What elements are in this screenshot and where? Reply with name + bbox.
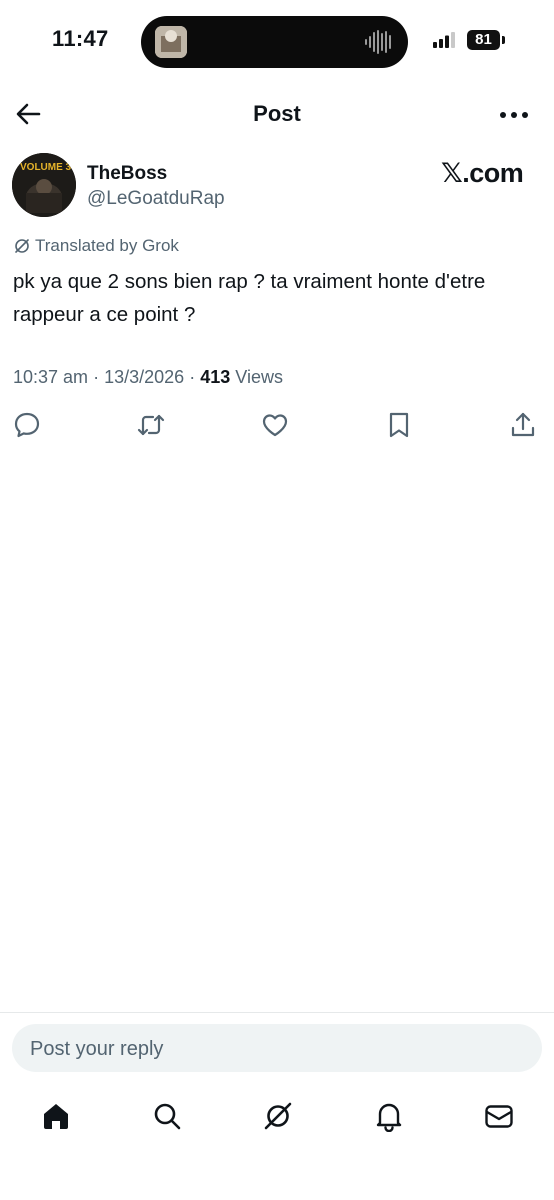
separator: · bbox=[93, 367, 100, 387]
battery-indicator: 81 bbox=[467, 30, 500, 50]
reply-button[interactable] bbox=[12, 410, 42, 440]
bookmark-icon bbox=[389, 412, 409, 438]
page-title: Post bbox=[253, 101, 301, 126]
separator: · bbox=[189, 367, 196, 387]
repost-button[interactable] bbox=[136, 410, 166, 440]
grok-icon bbox=[15, 239, 29, 253]
share-icon bbox=[511, 412, 535, 437]
messages-icon bbox=[485, 1105, 513, 1128]
tab-notifications[interactable] bbox=[373, 1100, 405, 1133]
like-button[interactable] bbox=[260, 410, 290, 440]
tab-search[interactable] bbox=[151, 1100, 183, 1132]
dynamic-island[interactable] bbox=[141, 16, 408, 68]
author-handle[interactable]: @LeGoatduRap bbox=[87, 188, 225, 210]
post-meta: 10:37 am · 13/3/2026 · 413 Views bbox=[13, 367, 283, 388]
avatar[interactable]: VOLUME 3 bbox=[12, 153, 76, 217]
battery-cap bbox=[502, 36, 505, 44]
search-icon bbox=[154, 1103, 181, 1130]
share-button[interactable] bbox=[508, 410, 538, 440]
grok-icon bbox=[264, 1102, 292, 1130]
now-playing-thumbnail bbox=[155, 26, 187, 58]
notifications-icon bbox=[376, 1103, 402, 1133]
translated-text: Translated by Grok bbox=[35, 236, 179, 255]
author-name[interactable]: TheBoss bbox=[87, 163, 167, 185]
bookmark-button[interactable] bbox=[384, 410, 414, 440]
avatar-text: VOLUME 3 bbox=[20, 162, 72, 173]
translated-label: Translated by Grok bbox=[14, 236, 179, 256]
tab-home[interactable] bbox=[40, 1100, 72, 1132]
post-date: 13/3/2026 bbox=[104, 367, 185, 387]
tab-grok[interactable] bbox=[262, 1100, 294, 1132]
reply-input[interactable]: Post your reply bbox=[12, 1024, 542, 1072]
post-time: 10:37 am bbox=[13, 367, 89, 387]
home-icon bbox=[44, 1104, 68, 1129]
audio-wave-icon bbox=[365, 30, 391, 54]
reply-icon bbox=[14, 412, 40, 438]
tab-messages[interactable] bbox=[483, 1100, 515, 1132]
repost-icon bbox=[137, 414, 165, 436]
views-count: 413 bbox=[200, 367, 231, 387]
divider bbox=[0, 1012, 554, 1013]
post-text: pk ya que 2 sons bien rap ? ta vraiment … bbox=[13, 270, 486, 326]
status-time: 11:47 bbox=[52, 26, 109, 51]
watermark: 𝕏.com bbox=[441, 158, 524, 188]
cellular-signal-icon bbox=[433, 32, 455, 48]
reply-placeholder: Post your reply bbox=[30, 1038, 164, 1060]
views-label: Views bbox=[235, 367, 283, 387]
like-icon bbox=[262, 414, 288, 437]
more-options-icon[interactable] bbox=[498, 110, 530, 120]
